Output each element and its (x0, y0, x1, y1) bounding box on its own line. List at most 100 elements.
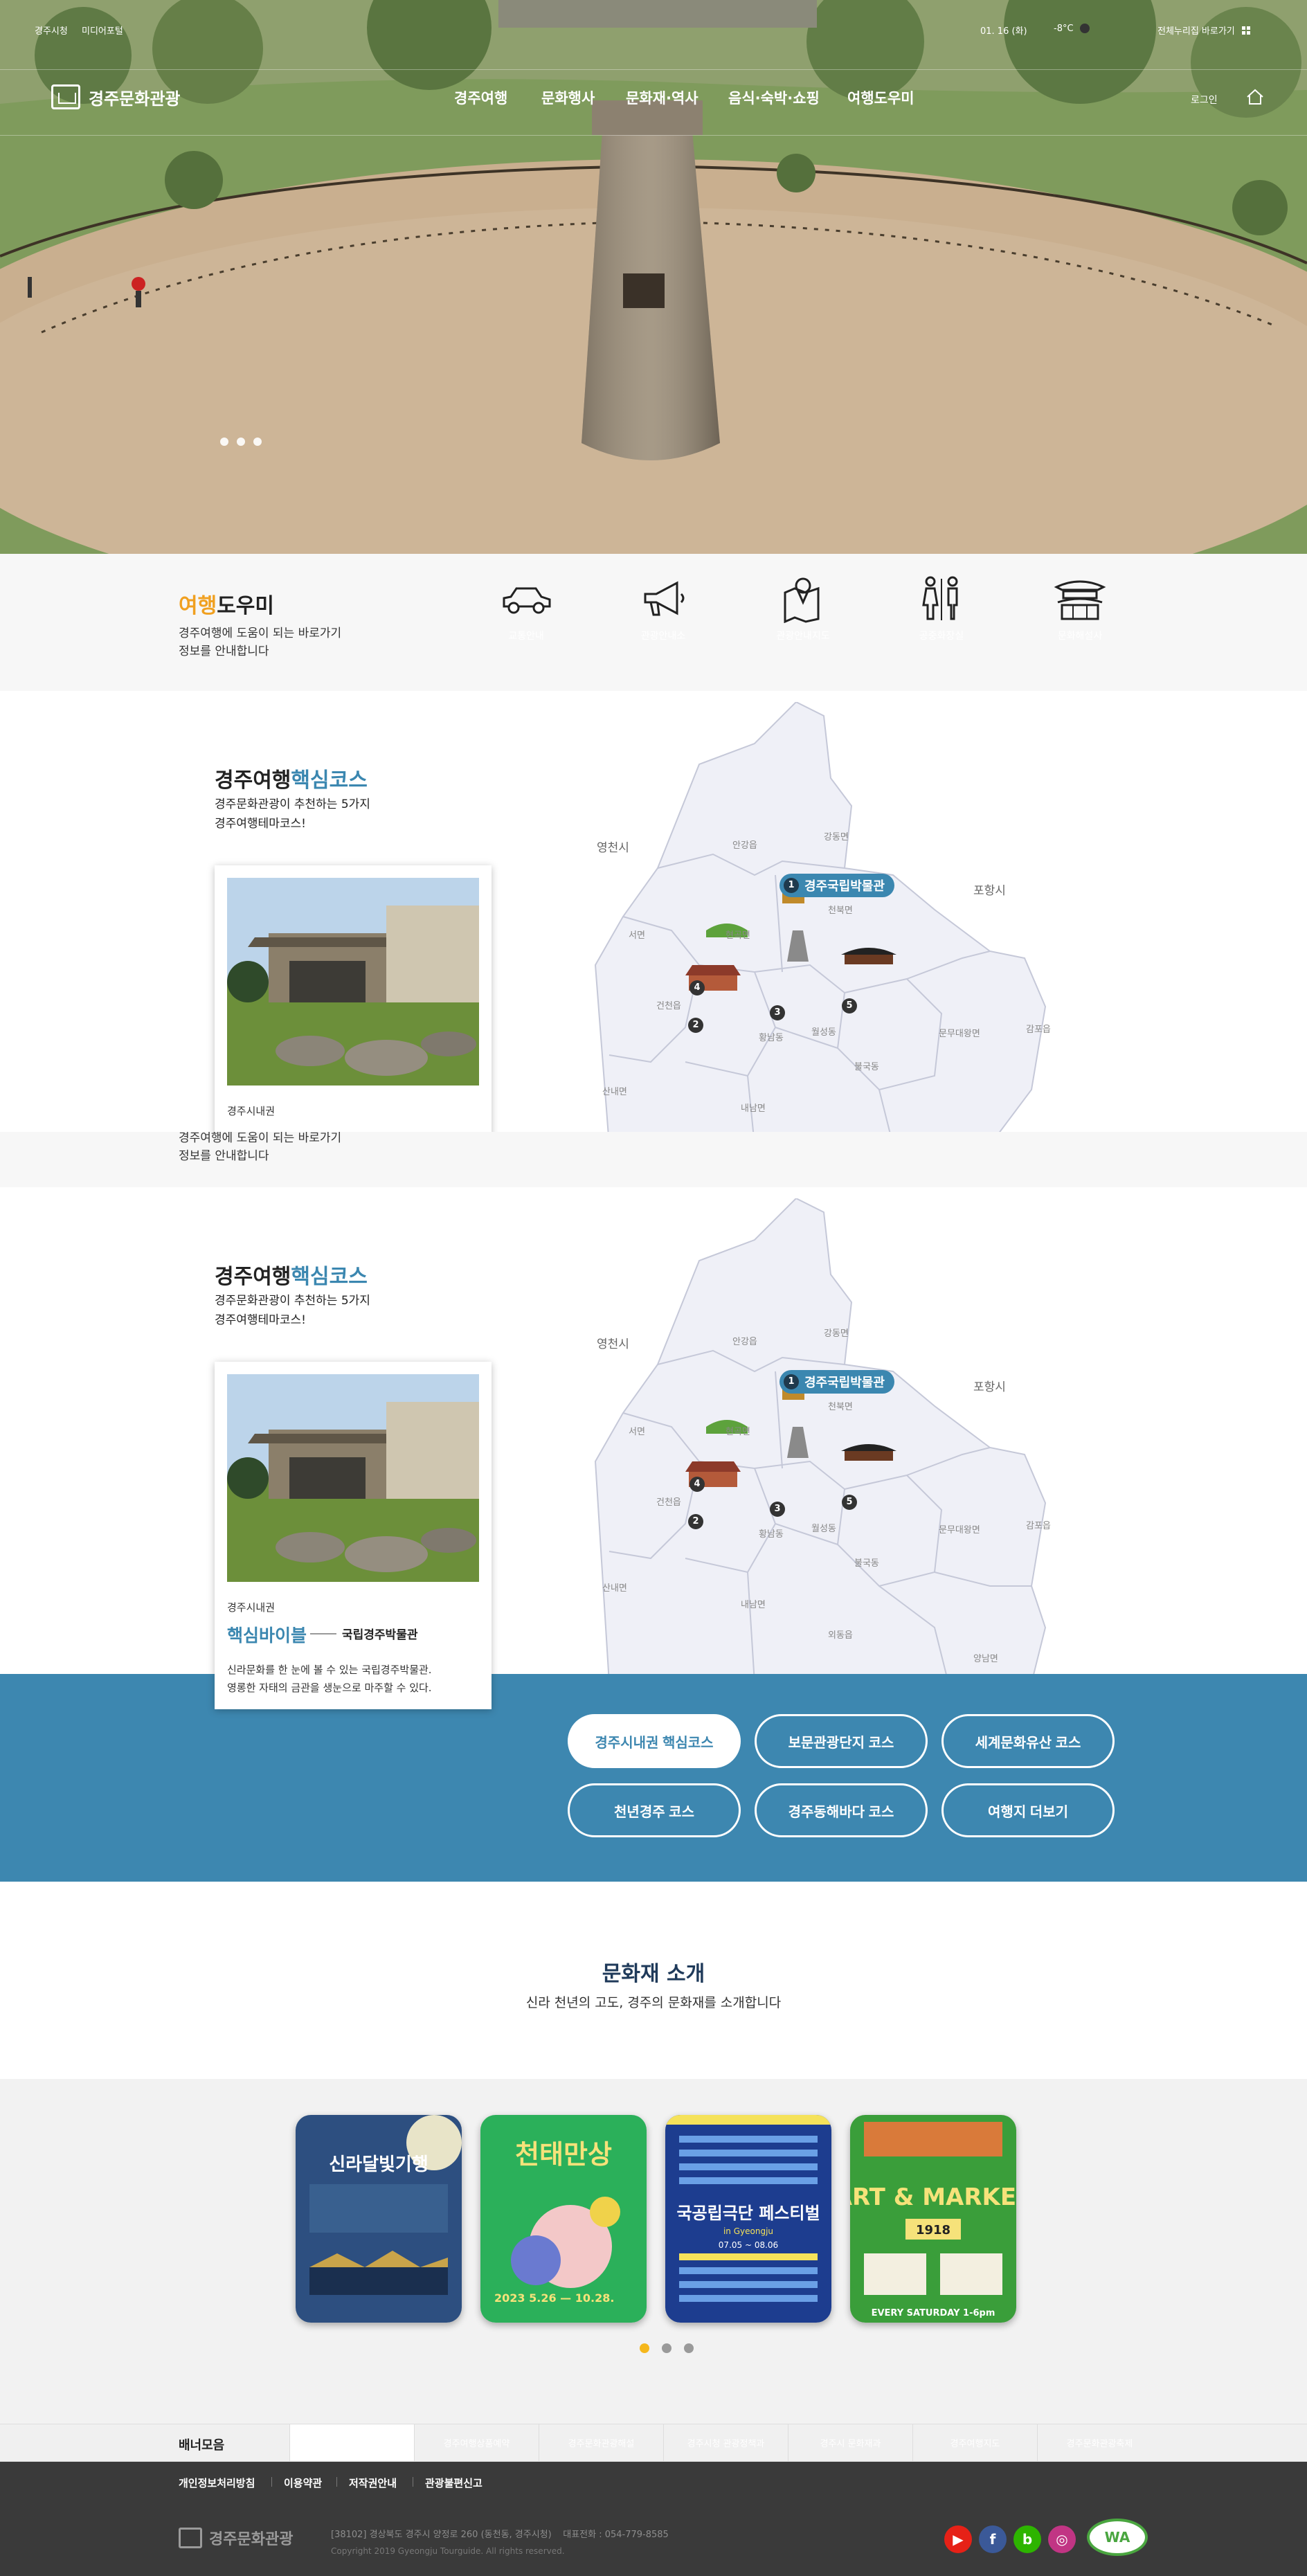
course-map[interactable]: 영천시 포항시 안강읍 강동면 천북면 서면 현곡면 건천읍 황남동 월성동 불… (547, 1197, 1101, 1674)
heritage-icon (1054, 580, 1106, 620)
helper-culture-guide[interactable]: 문화해설사 (1038, 575, 1121, 642)
megaphone-icon (644, 581, 685, 616)
nav-travel-helper[interactable]: 여행도우미 (847, 87, 914, 108)
map-marker-3[interactable]: 3 (770, 1005, 785, 1020)
map-town: 문무대왕면 (939, 1525, 980, 1535)
event-poster-carousel: 신라달빛기행 천태만상 2023 5.26 — 10.28. 국공립극단 페스티… (0, 2079, 1307, 2424)
banner-item[interactable]: 경주시 문화재과 (788, 2424, 912, 2461)
map-marker-5[interactable]: 5 (842, 998, 857, 1014)
helper-title: 여행도우미 (179, 594, 275, 618)
course-description: 경주문화관광이 추천하는 5가지 경주여행테마코스! (215, 1294, 370, 1327)
museum-photo (227, 878, 479, 1086)
nav-food-stay-shop[interactable]: 음식·숙박·쇼핑 (728, 87, 820, 108)
map-marker-3[interactable]: 3 (770, 1502, 785, 1517)
terms-link[interactable]: 이용약관 (284, 2476, 322, 2490)
login-link[interactable]: 로그인 (1191, 93, 1218, 107)
map-marker-2[interactable]: 2 (688, 1018, 703, 1033)
map-town: 감포읍 (1026, 1025, 1051, 1035)
course-title: 경주여행핵심코스 (215, 1265, 368, 1289)
map-town: 건천읍 (656, 1497, 681, 1508)
map-town: 서면 (629, 930, 645, 941)
helper-tour-map[interactable]: 관광안내지도 (761, 575, 845, 642)
map-town: 황남동 (759, 1033, 784, 1043)
poster-subtitle: in Gyeongju (723, 2226, 773, 2236)
course-card-museum[interactable]: 경주시내권 핵심바이블 국립경주박물관 신라문화를 한 눈에 볼 수 있는 국립… (215, 1362, 492, 1709)
course-btn-more[interactable]: 여행지 더보기 (941, 1783, 1115, 1837)
course-card[interactable]: 경주시내권 (215, 865, 492, 1132)
copyright-link[interactable]: 저작권안내 (349, 2476, 397, 2490)
poster-art-market[interactable]: ART & MARKET 1918 EVERY SATURDAY 1-6pm (850, 2115, 1016, 2323)
site-footer: 개인정보처리방침 이용약관 저작권안내 관광불편신고 경주문화관광 [38102… (0, 2462, 1307, 2576)
course-btn-world-heritage[interactable]: 세계문화유산 코스 (941, 1714, 1115, 1768)
map-city-pohang: 포항시 (973, 1380, 1006, 1394)
map-town: 황남동 (759, 1529, 784, 1540)
banner-item[interactable]: 경주문화관광축제 (1037, 2424, 1162, 2461)
map-pin-museum[interactable]: 1 경주국립박물관 (779, 874, 894, 897)
heritage-title: 문화재 소개 (602, 1962, 705, 1986)
banner-item[interactable]: 경주문화관광해설 (539, 2424, 663, 2461)
site-logo[interactable]: 경주문화관광 (51, 84, 180, 109)
footer-copyright: Copyright 2019 Gyeongju Tourguide. All r… (331, 2546, 565, 2556)
course-btn-bomun[interactable]: 보문관광단지 코스 (755, 1714, 928, 1768)
map-town: 월성동 (811, 1027, 836, 1038)
map-town: 현곡면 (725, 1427, 750, 1437)
restroom-icon (922, 576, 958, 620)
poster-pagination[interactable] (640, 2343, 694, 2353)
poster-silla-moonlight[interactable]: 신라달빛기행 (296, 2115, 462, 2323)
home-icon[interactable] (1246, 89, 1264, 105)
card-divider (310, 1633, 336, 1634)
poster-year: 1918 (916, 2223, 950, 2237)
nav-travel[interactable]: 경주여행 (454, 87, 507, 108)
city-hall-link[interactable]: 경주시청 (35, 24, 68, 37)
footer-address: [38102] 경상북도 경주시 양정로 260 (동천동, 경주시청) 대표전… (331, 2530, 669, 2540)
poster-national-theater-festival[interactable]: 국공립극단 페스티벌 in Gyeongju 07.05 ~ 08.06 (665, 2115, 831, 2323)
helper-traffic[interactable]: 교통안내 (485, 575, 568, 642)
helper-restroom[interactable]: 공중화장실 (900, 575, 983, 642)
course-map[interactable]: 영천시 포항시 안강읍 강동면 천북면 서면 현곡면 건천읍 황남동 월성동 불… (547, 701, 1101, 1132)
map-town: 불국동 (854, 1062, 879, 1072)
facebook-icon[interactable]: f (979, 2525, 1007, 2553)
travel-helper-section-overlap: 경주여행에 도움이 되는 바로가기 정보를 안내합니다 (0, 1132, 1307, 1187)
poster-title: 신라달빛기행 (329, 2154, 429, 2175)
grid-icon[interactable] (1242, 24, 1250, 35)
logo-mark-icon (51, 84, 80, 109)
banner-item[interactable]: 경주여행상품예약 (414, 2424, 539, 2461)
course-buttons-section: 경주시내권 핵심코스 보문관광단지 코스 세계문화유산 코스 천년경주 코스 경… (0, 1674, 1307, 1882)
footer-divider (336, 2477, 337, 2487)
map-marker-5[interactable]: 5 (842, 1495, 857, 1510)
museum-photo (227, 1374, 479, 1582)
helper-tourist-info[interactable]: 관광안내소 (622, 575, 705, 642)
nav-events[interactable]: 문화행사 (541, 87, 595, 108)
logo-mark-icon (179, 2528, 202, 2548)
course-btn-millennium[interactable]: 천년경주 코스 (568, 1783, 741, 1837)
map-town: 천북면 (828, 906, 853, 916)
footer-logo: 경주문화관광 (179, 2527, 293, 2549)
banner-item[interactable] (289, 2424, 414, 2461)
blog-icon[interactable]: b (1013, 2525, 1041, 2553)
weather-icon (1080, 24, 1090, 33)
map-town: 내남면 (741, 1600, 766, 1610)
hero-pagination[interactable] (220, 438, 262, 446)
nav-heritage[interactable]: 문화재·역사 (626, 87, 698, 108)
sitemap-link[interactable]: 전체누리집 바로가기 (1157, 24, 1235, 37)
card-area: 경주시내권 (227, 1105, 276, 1117)
course-btn-east-sea[interactable]: 경주동해바다 코스 (755, 1783, 928, 1837)
map-marker-4[interactable]: 4 (689, 980, 705, 996)
course-btn-city-core[interactable]: 경주시내권 핵심코스 (568, 1714, 741, 1768)
helper-description: 경주여행에 도움이 되는 바로가기 정보를 안내합니다 (179, 627, 342, 658)
map-marker-2[interactable]: 2 (688, 1514, 703, 1529)
logo-text: 경주문화관광 (89, 89, 181, 109)
poster-cheontae-mansang[interactable]: 천태만상 2023 5.26 — 10.28. (480, 2115, 647, 2323)
media-portal-link[interactable]: 미디어포털 (82, 24, 123, 37)
complaint-link[interactable]: 관광불편신고 (425, 2476, 483, 2490)
privacy-policy-link[interactable]: 개인정보처리방침 (179, 2476, 255, 2490)
map-town: 외동읍 (828, 1630, 853, 1641)
youtube-icon[interactable]: ▶ (944, 2525, 972, 2553)
map-pin-museum[interactable]: 1 경주국립박물관 (779, 1370, 894, 1394)
instagram-icon[interactable]: ◎ (1048, 2525, 1076, 2553)
banner-title: 배너모음 (179, 2438, 225, 2453)
card-area: 경주시내권 (227, 1601, 276, 1614)
banner-item[interactable]: 경주여행지도 (912, 2424, 1037, 2461)
map-marker-4[interactable]: 4 (689, 1477, 705, 1492)
banner-item[interactable]: 경주시청 관광정책과 (663, 2424, 788, 2461)
